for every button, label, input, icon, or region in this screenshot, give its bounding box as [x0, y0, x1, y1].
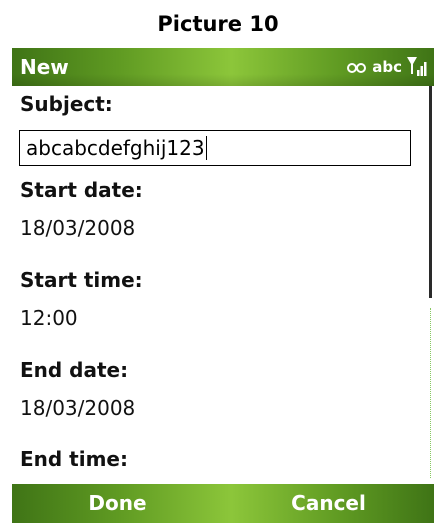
start-time-field[interactable]: 12:00 — [20, 306, 78, 330]
scroll-track — [430, 308, 432, 478]
picture-caption: Picture 10 — [157, 12, 279, 36]
appointment-form: Subject: abcabcdefghij123 Start date: 18… — [12, 86, 424, 484]
scrollbar[interactable] — [424, 86, 434, 484]
text-caret — [205, 136, 208, 160]
signal-icon — [406, 54, 428, 80]
cancel-softkey[interactable]: Cancel — [223, 484, 434, 523]
scroll-thumb[interactable] — [429, 86, 432, 298]
phone-screen: New abc Subject: abcabcdefghij123 Start … — [12, 48, 434, 523]
subject-input[interactable]: abcabcdefghij123 — [19, 130, 411, 166]
start-date-field[interactable]: 18/03/2008 — [20, 216, 135, 240]
window-title: New — [20, 55, 69, 79]
title-bar: New abc — [12, 48, 434, 86]
input-mode-indicator: abc — [372, 58, 402, 76]
end-date-label: End date: — [20, 358, 129, 382]
end-date-field[interactable]: 18/03/2008 — [20, 396, 135, 420]
start-time-label: Start time: — [20, 268, 143, 292]
start-date-label: Start date: — [20, 178, 143, 202]
status-area: abc — [346, 48, 428, 86]
link-icon — [346, 60, 368, 74]
subject-value: abcabcdefghij123 — [26, 136, 205, 160]
subject-label: Subject: — [20, 92, 113, 116]
done-softkey[interactable]: Done — [12, 484, 223, 523]
end-time-label: End time: — [20, 447, 128, 471]
softkey-bar: Done Cancel — [12, 484, 434, 523]
